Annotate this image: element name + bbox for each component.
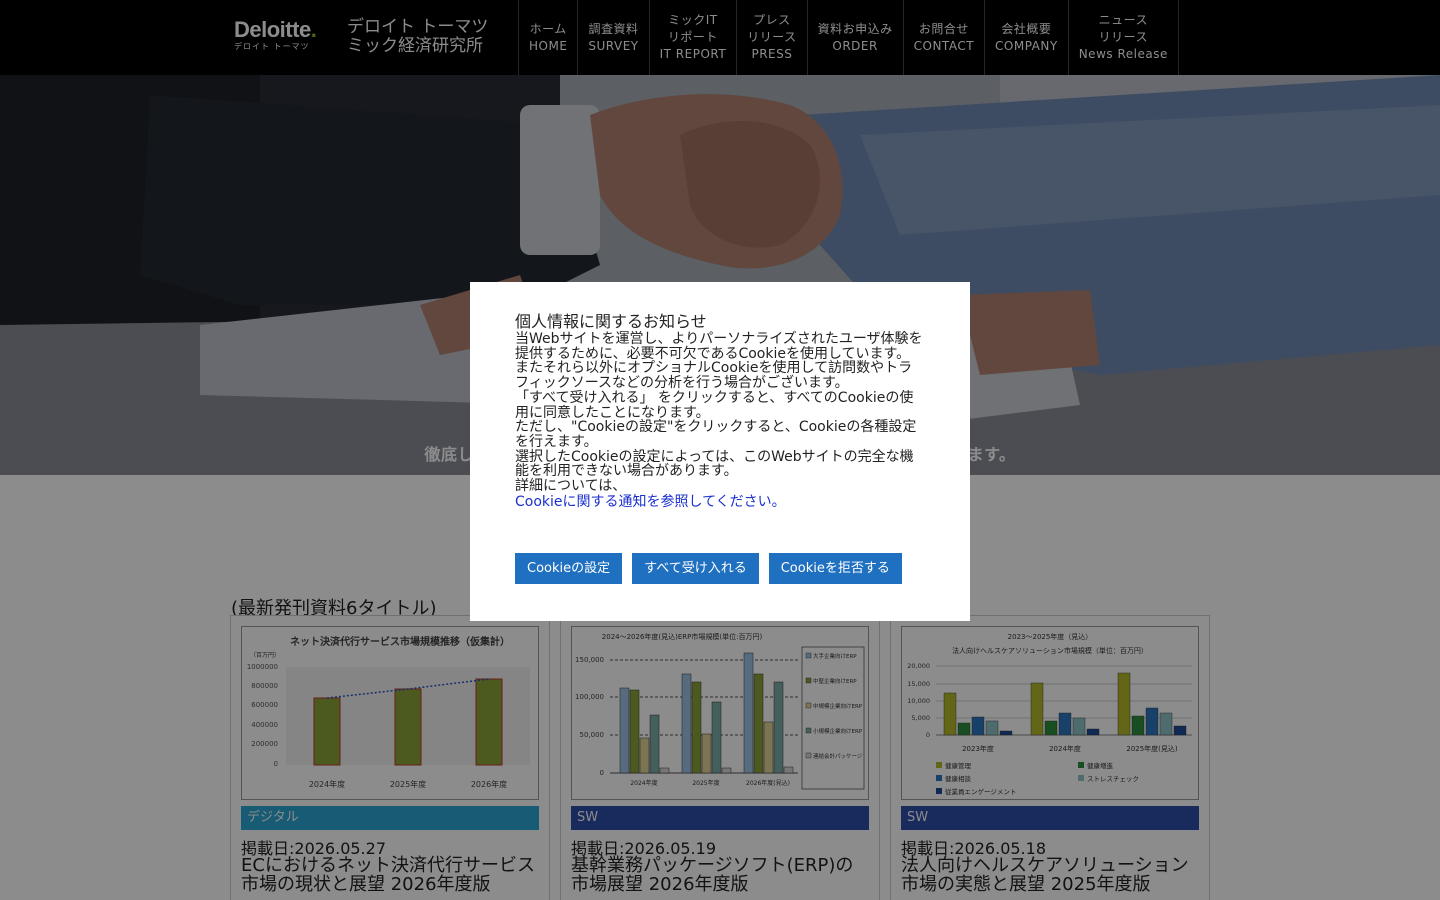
cookie-notice-paragraph: ただし、"Cookieの設定"をクリックすると、Cookieの各種設定を行えます… [515, 419, 917, 450]
cookie-settings-button[interactable]: Cookieの設定 [515, 553, 623, 584]
accept-all-button[interactable]: すべて受け入れる [632, 553, 759, 584]
cookie-dialog-buttons: Cookieの設定 すべて受け入れる Cookieを拒否する [515, 553, 902, 584]
cookie-consent-dialog: 個人情報に関するお知らせ 当Webサイトを運営し、よりパーソナライズされたユーザ… [470, 282, 970, 621]
cookie-notice-link[interactable]: Cookieに関する通知を参照してください。 [515, 494, 925, 510]
cookie-notice-paragraph: 当Webサイトを運営し、よりパーソナライズされたユーザ体験を提供するために、必要… [515, 331, 923, 362]
cookie-notice-paragraph: 詳細については、 [515, 478, 627, 495]
cookie-notice-paragraph: またそれら以外にオプショナルCookieを使用して訪問数やトラフィックソースなど… [515, 360, 913, 392]
reject-cookies-button[interactable]: Cookieを拒否する [768, 553, 902, 584]
cookie-dialog-title: 個人情報に関するお知らせ [515, 312, 707, 331]
cookie-notice-paragraph: 選択したCookieの設定によっては、このWebサイトの完全な機能を利用できない… [515, 448, 914, 480]
cookie-notice-paragraph: 「すべて受け入れる」 をクリックすると、すべてのCookieの使用に同意したこと… [515, 389, 914, 421]
cookie-dialog-body: 当Webサイトを運営し、よりパーソナライズされたユーザ体験を提供するために、必要… [515, 332, 925, 494]
